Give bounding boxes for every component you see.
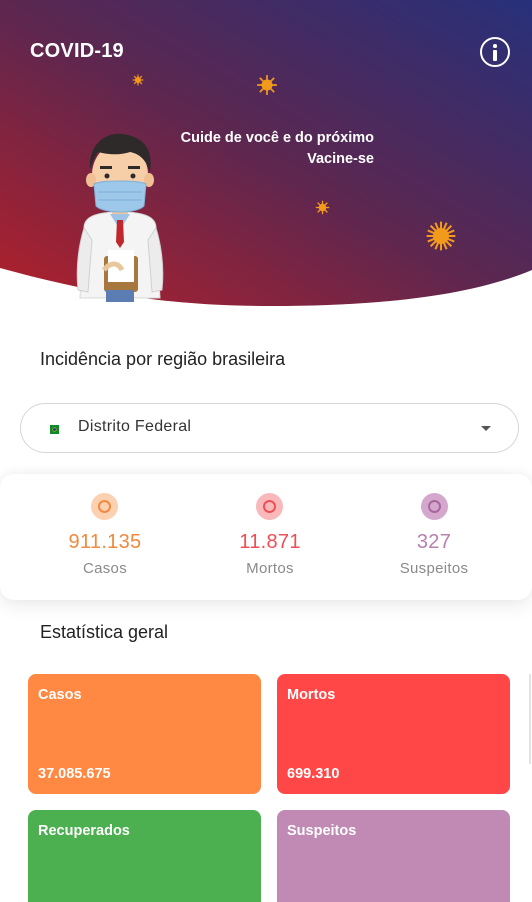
virus-icon [315, 200, 330, 215]
tile-mortos[interactable]: Mortos 699.310 [277, 674, 510, 794]
tile-recuperados[interactable]: Recuperados [28, 810, 261, 902]
slogan-line-1: Cuide de você e do próximo [180, 130, 374, 146]
virus-icon [256, 493, 283, 520]
general-stats-title: Estatística geral [40, 622, 169, 642]
doctor-illustration [76, 133, 164, 302]
virus-icon [91, 493, 118, 520]
tile-label: Casos [38, 687, 82, 703]
slogan: Cuide de você e do próximo Vacine-se [181, 128, 374, 170]
tile-value: 699.310 [287, 766, 340, 782]
info-icon[interactable] [480, 37, 510, 67]
stat-value: 911.135 [68, 531, 142, 553]
virus-icon [257, 75, 277, 95]
virus-icon [132, 74, 144, 86]
tile-suspeitos[interactable]: Suspeitos [277, 810, 510, 902]
app-title: COVID-19 [30, 40, 124, 62]
stat-value: 11.871 [239, 531, 301, 553]
slogan-line-2: Vacine-se [307, 151, 374, 167]
tile-casos[interactable]: Casos 37.085.675 [28, 674, 261, 794]
stat-label: Mortos [246, 560, 294, 577]
stat-label: Suspeitos [399, 560, 469, 577]
virus-icon [426, 221, 456, 251]
virus-icon [421, 493, 448, 520]
stat-value: 327 [416, 531, 452, 553]
tile-label: Recuperados [38, 823, 130, 839]
tile-value: 37.085.675 [38, 766, 111, 782]
region-dropdown[interactable]: Distrito Federal [20, 403, 519, 453]
region-section-title: Incidência por região brasileira [40, 349, 286, 369]
header-banner: COVID-19 Cuide de você e do próximo Vaci… [0, 0, 532, 310]
brazil-flag-icon [50, 425, 59, 434]
regional-stats-card: 911.135 Casos 11.871 Mortos 327 Suspeito… [0, 474, 532, 600]
region-selected-value: Distrito Federal [78, 418, 192, 435]
stat-label: Casos [82, 560, 128, 577]
caret-down-icon [481, 426, 491, 431]
tile-label: Mortos [287, 687, 336, 703]
scrollbar[interactable] [529, 674, 531, 764]
tile-label: Suspeitos [287, 823, 357, 839]
